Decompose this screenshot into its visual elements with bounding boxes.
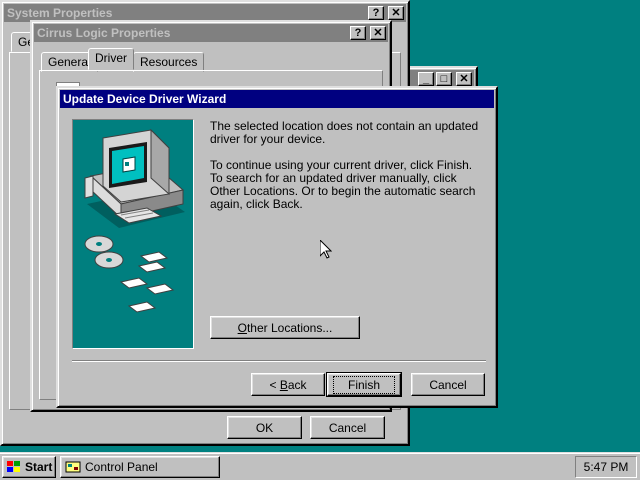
taskbar: Start Control Panel 5:47 PM bbox=[0, 452, 640, 480]
back-button[interactable]: < Back bbox=[251, 373, 325, 396]
start-label: Start bbox=[25, 460, 53, 474]
help-icon[interactable]: ? bbox=[350, 26, 366, 40]
control-panel-icon bbox=[65, 461, 81, 473]
tab-driver[interactable]: Driver bbox=[88, 48, 134, 70]
computer-illustration-icon bbox=[84, 128, 185, 313]
maximize-icon[interactable]: □ bbox=[436, 72, 452, 86]
update-driver-wizard-window: Update Device Driver Wizard The selected… bbox=[56, 86, 498, 408]
finish-button[interactable]: Finish bbox=[326, 372, 402, 397]
wizard-message: The selected location does not contain a… bbox=[210, 120, 486, 211]
mouse-cursor-icon bbox=[320, 240, 332, 259]
clock: 5:47 PM bbox=[583, 460, 629, 474]
system-properties-title: System Properties bbox=[7, 6, 113, 20]
close-icon[interactable]: ✕ bbox=[388, 6, 404, 20]
cirrus-logic-title: Cirrus Logic Properties bbox=[37, 26, 171, 40]
wizard-titlebar: Update Device Driver Wizard bbox=[60, 90, 494, 108]
taskbar-control-panel-label: Control Panel bbox=[85, 460, 158, 474]
other-locations-button[interactable]: Other Locations... bbox=[210, 316, 360, 339]
windows-logo-icon bbox=[7, 461, 20, 472]
wizard-separator bbox=[72, 360, 486, 362]
taskbar-control-panel-button[interactable]: Control Panel bbox=[60, 456, 220, 478]
wizard-message-1: The selected location does not contain a… bbox=[210, 119, 479, 146]
minimize-icon[interactable]: _ bbox=[418, 72, 434, 86]
wizard-message-2: To continue using your current driver, c… bbox=[210, 158, 476, 211]
cirrus-logic-titlebar: Cirrus Logic Properties ? ✕ bbox=[34, 24, 388, 42]
wizard-cancel-button[interactable]: Cancel bbox=[411, 373, 485, 396]
close-icon[interactable]: ✕ bbox=[456, 72, 472, 86]
wizard-title: Update Device Driver Wizard bbox=[63, 92, 227, 106]
cirrus-logic-controls: ? ✕ bbox=[350, 26, 386, 40]
system-tray: 5:47 PM bbox=[575, 456, 637, 478]
help-icon[interactable]: ? bbox=[368, 6, 384, 20]
system-properties-controls: ? ✕ bbox=[368, 6, 404, 20]
ok-button[interactable]: OK bbox=[227, 416, 302, 439]
background-window-controls: _ □ ✕ bbox=[418, 72, 472, 86]
cancel-button[interactable]: Cancel bbox=[310, 416, 385, 439]
close-icon[interactable]: ✕ bbox=[370, 26, 386, 40]
tab-resources[interactable]: Resources bbox=[133, 52, 205, 72]
start-button[interactable]: Start bbox=[2, 456, 56, 478]
wizard-illustration bbox=[72, 119, 194, 349]
